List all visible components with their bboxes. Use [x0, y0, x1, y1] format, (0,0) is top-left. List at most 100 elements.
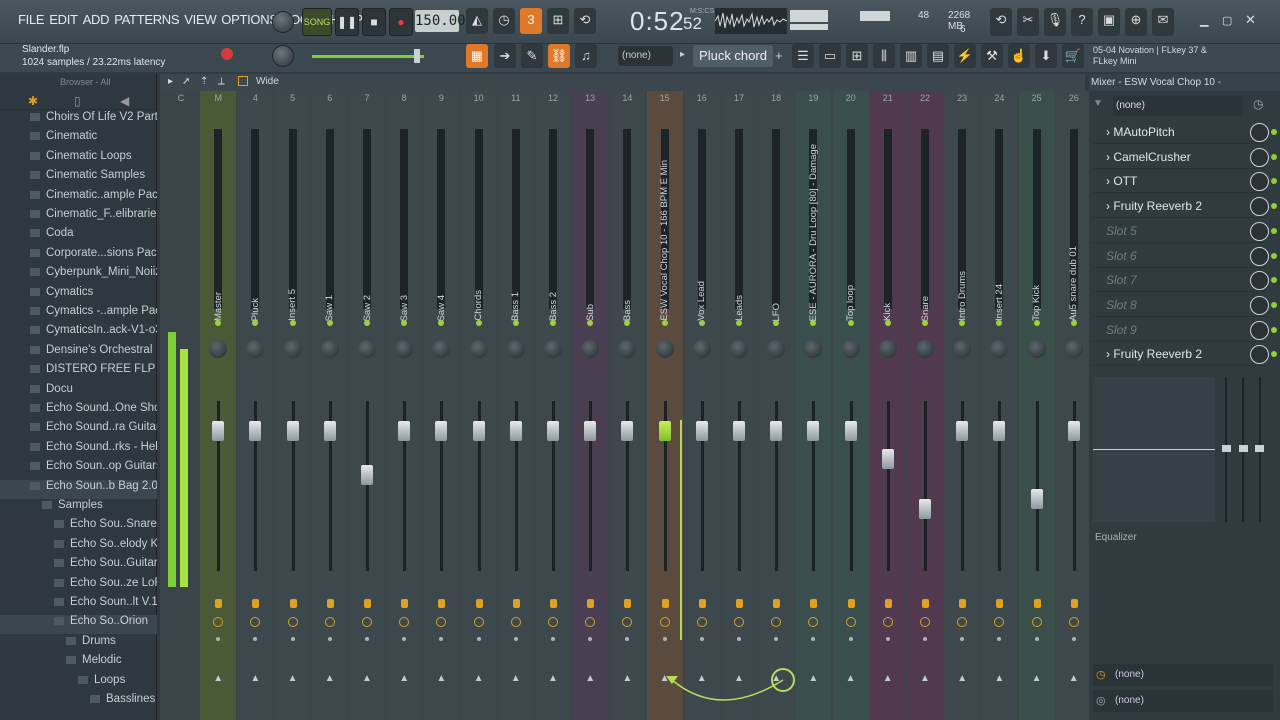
fx-enable-icon[interactable]: [884, 599, 892, 608]
mix-knob[interactable]: [1250, 172, 1269, 192]
volume-fader[interactable]: [1067, 421, 1080, 441]
save-icon[interactable]: ▣: [1098, 8, 1120, 36]
fx-slot[interactable]: Slot 8: [1093, 294, 1277, 317]
maximize-button[interactable]: ▢: [1222, 14, 1232, 27]
arm-dot[interactable]: [551, 637, 555, 641]
menu-item-view[interactable]: VIEW: [184, 12, 216, 27]
volume-fader[interactable]: [398, 421, 411, 441]
pan-knob[interactable]: [878, 340, 897, 358]
mute-led[interactable]: [364, 320, 370, 326]
send-arrow-icon[interactable]: ▲: [1032, 673, 1042, 684]
route-icon[interactable]: [473, 617, 484, 627]
volume-fader[interactable]: [807, 421, 820, 441]
plugin-icon[interactable]: ⊕: [1125, 8, 1147, 36]
browser-item[interactable]: Echo Sound..ra Guitars: [0, 421, 157, 440]
mute-led[interactable]: [810, 320, 817, 326]
mute-led[interactable]: [773, 320, 780, 326]
route-icon[interactable]: [585, 617, 596, 627]
fx-enable-icon[interactable]: [326, 599, 334, 608]
arm-dot[interactable]: [290, 637, 295, 641]
menu-item-options[interactable]: OPTIONS: [221, 12, 278, 27]
mix-knob[interactable]: [1250, 295, 1269, 315]
volume-fader[interactable]: [547, 421, 559, 441]
pattern-prev-icon[interactable]: ▸: [680, 49, 685, 60]
mixer-strip[interactable]: 26 Au5 snare dub 01 ▲: [1055, 91, 1092, 720]
enable-led[interactable]: [1271, 153, 1277, 160]
equalizer-display[interactable]: [1093, 377, 1215, 522]
route-icon[interactable]: [994, 617, 1005, 627]
pan-knob[interactable]: [655, 340, 674, 358]
route-icon[interactable]: [622, 617, 633, 627]
menu-item-add[interactable]: ADD: [83, 12, 110, 27]
mixer-strip[interactable]: 22 Snare ▲: [907, 91, 943, 720]
speaker-icon[interactable]: ◀: [120, 94, 129, 108]
browser-item[interactable]: Basslines: [0, 693, 157, 712]
arm-dot[interactable]: [997, 637, 1002, 641]
step-edit-icon[interactable]: ⊞: [547, 8, 569, 34]
volume-fader[interactable]: [658, 421, 671, 441]
fx-enable-icon[interactable]: [996, 599, 1004, 608]
send-arrow-icon[interactable]: ▲: [288, 673, 298, 684]
pan-knob[interactable]: [283, 340, 302, 358]
browser-item[interactable]: Cymatics: [0, 286, 157, 305]
send-arrow-icon[interactable]: ▲: [474, 673, 484, 684]
volume-fader[interactable]: [770, 421, 783, 441]
pan-knob[interactable]: [358, 340, 376, 358]
browser-item[interactable]: Loops: [0, 674, 157, 693]
volume-fader[interactable]: [286, 421, 299, 441]
timer-icon[interactable]: ◷: [1253, 97, 1263, 111]
fx-enable-icon[interactable]: [438, 599, 446, 608]
star-icon[interactable]: ✱: [28, 94, 38, 108]
volume-fader[interactable]: [584, 421, 597, 441]
pan-knob[interactable]: [618, 340, 637, 358]
route-icon[interactable]: [957, 617, 968, 627]
mute-led[interactable]: [1070, 320, 1077, 326]
browser-item[interactable]: Coda: [0, 227, 157, 246]
fx-enable-icon[interactable]: [364, 599, 371, 608]
browser-item[interactable]: Melodic: [0, 654, 157, 673]
send-arrow-icon[interactable]: ▲: [846, 673, 856, 684]
mix-knob[interactable]: [1250, 221, 1269, 241]
route-icon[interactable]: [771, 617, 782, 627]
touch-icon[interactable]: ☝: [1008, 44, 1030, 68]
loop-record-icon[interactable]: ⟲: [574, 8, 596, 34]
microphone-icon[interactable]: 🎙: [1044, 8, 1066, 36]
browser-item[interactable]: Cyberpunk_Mini_Noiiz: [0, 266, 157, 285]
route-icon[interactable]: [882, 617, 893, 627]
enable-led[interactable]: [1271, 129, 1277, 135]
arm-dot[interactable]: [774, 637, 779, 641]
browser-item[interactable]: Cinematic_F..elibraries: [0, 208, 157, 227]
pan-knob[interactable]: [209, 340, 228, 358]
volume-fader[interactable]: [509, 421, 522, 441]
mute-led[interactable]: [884, 320, 891, 326]
fx-enable-icon[interactable]: [624, 599, 632, 608]
pan-knob[interactable]: [395, 340, 414, 358]
browser-item[interactable]: Samples: [0, 499, 157, 518]
send-arrow-icon[interactable]: ▲: [1069, 673, 1079, 684]
mixer-strip[interactable]: 15 ESW Vocal Chop 10 - 166 BPM E Min ▲: [646, 91, 683, 720]
pan-knob[interactable]: [320, 340, 339, 358]
route-icon[interactable]: [324, 617, 335, 627]
arrow-icon[interactable]: ➔: [494, 44, 516, 68]
fx-slot[interactable]: › CamelCrusher: [1093, 146, 1277, 169]
pan-knob[interactable]: [246, 340, 265, 358]
send-arrow-icon[interactable]: ▲: [362, 673, 372, 684]
volume-fader[interactable]: [212, 421, 225, 441]
arm-dot[interactable]: [699, 637, 704, 641]
mute-led[interactable]: [512, 320, 519, 326]
arm-dot[interactable]: [588, 637, 593, 641]
volume-fader[interactable]: [695, 421, 708, 441]
enable-led[interactable]: [1271, 301, 1277, 308]
mixer-strip[interactable]: 5 Insert 5 ▲: [274, 91, 311, 720]
browser-item[interactable]: Cinematic Samples: [0, 169, 157, 188]
pan-knob[interactable]: [469, 340, 488, 358]
mute-led[interactable]: [661, 320, 668, 326]
browser-item[interactable]: DISTERO FREE FLP: [0, 363, 157, 382]
mixer-strip[interactable]: 23 Intro Drums ▲: [944, 91, 981, 720]
mute-led[interactable]: [289, 320, 296, 326]
fx-slot[interactable]: › OTT: [1093, 170, 1277, 194]
pan-knob[interactable]: [432, 340, 451, 358]
menu-item-file[interactable]: FILE: [18, 12, 45, 27]
paint-icon[interactable]: ✎: [521, 44, 543, 68]
mix-knob[interactable]: [1250, 246, 1269, 266]
